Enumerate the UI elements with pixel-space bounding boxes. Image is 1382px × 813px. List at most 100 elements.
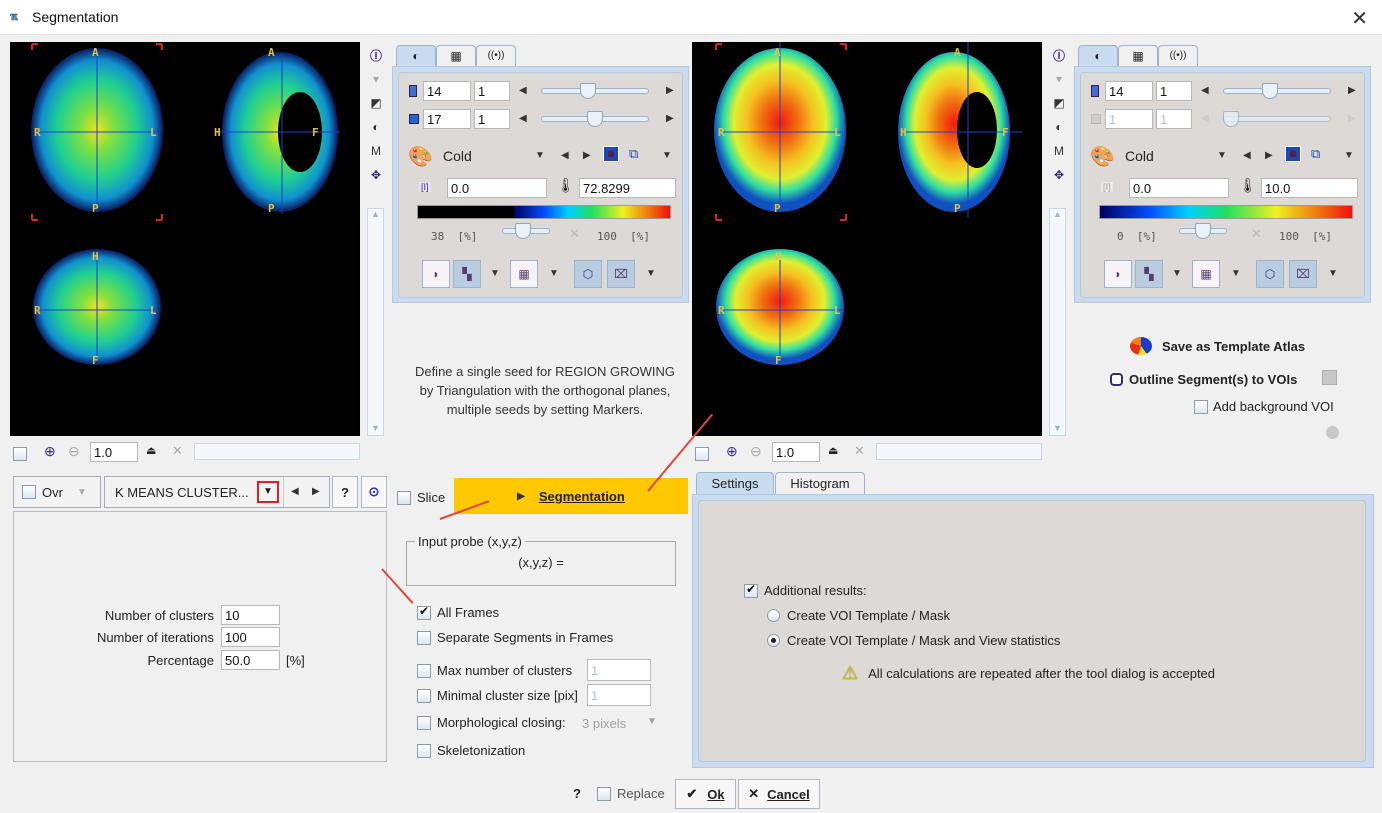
dropdown-icon[interactable]: ▾ bbox=[1050, 70, 1068, 88]
right-image-viewer[interactable]: A P R L A P H F H F R L bbox=[692, 42, 1042, 436]
options-dropdown-icon[interactable]: ▼ bbox=[662, 150, 672, 161]
tab-settings[interactable]: Settings bbox=[696, 472, 774, 495]
slice-next-icon[interactable]: ▶ bbox=[666, 85, 674, 96]
close-button[interactable]: ✕ bbox=[1351, 6, 1368, 31]
morph-closing-checkbox[interactable] bbox=[417, 715, 431, 730]
tab-layout[interactable]: ▦ bbox=[1118, 45, 1158, 67]
marker-icon[interactable]: M bbox=[367, 142, 385, 160]
layout-dropdown-icon[interactable]: ▼ bbox=[490, 268, 500, 279]
marker-icon[interactable]: M bbox=[1050, 142, 1068, 160]
tab-layout[interactable]: ▦ bbox=[436, 45, 476, 67]
upper-threshold-input[interactable] bbox=[579, 178, 676, 198]
layout-icon[interactable]: ◩ bbox=[1050, 94, 1068, 112]
add-background-checkbox-box[interactable] bbox=[1194, 399, 1208, 414]
frame-next-icon[interactable]: ▶ bbox=[666, 113, 674, 124]
tab-contrast[interactable]: ◐ bbox=[396, 45, 436, 67]
overlay-checkbox[interactable] bbox=[22, 485, 36, 499]
layout-button[interactable]: ▚ bbox=[453, 260, 481, 288]
frame-prev-icon[interactable]: ◀ bbox=[519, 113, 527, 124]
palette-icon[interactable]: 🎨 bbox=[408, 144, 433, 169]
clusters-input[interactable] bbox=[221, 605, 280, 625]
outline-button[interactable]: ⬡ bbox=[1256, 260, 1284, 288]
zoom-out-icon[interactable]: ⊖ bbox=[750, 443, 762, 460]
palette-icon[interactable]: 🎨 bbox=[1090, 144, 1115, 169]
slice-input[interactable] bbox=[1105, 81, 1153, 101]
link-icon[interactable]: ✕ bbox=[569, 226, 580, 242]
copy-colortable-icon[interactable]: ⧉ bbox=[629, 146, 638, 162]
invert-icon[interactable] bbox=[603, 146, 619, 162]
radio-create-voi-stats[interactable]: Create VOI Template / Mask and View stat… bbox=[767, 633, 1060, 648]
grid-dropdown-icon[interactable]: ▼ bbox=[549, 268, 559, 279]
method-next-icon[interactable]: ▶ bbox=[312, 486, 320, 497]
slice-step-input[interactable] bbox=[1156, 81, 1192, 101]
colortable-dropdown-icon[interactable]: ▼ bbox=[1217, 150, 1227, 161]
frame-slider-thumb[interactable] bbox=[587, 111, 603, 127]
horizontal-scrollbar[interactable] bbox=[194, 443, 360, 460]
viewer-checkbox[interactable] bbox=[13, 446, 27, 461]
save-atlas-button[interactable]: Save as Template Atlas bbox=[1130, 336, 1305, 356]
layout-dropdown-icon[interactable]: ▼ bbox=[1172, 268, 1182, 279]
option-all-frames[interactable]: All Frames bbox=[417, 604, 499, 620]
separate-segments-checkbox[interactable] bbox=[417, 630, 431, 645]
lower-threshold-input[interactable] bbox=[1129, 178, 1229, 198]
grid-button[interactable]: ▦ bbox=[1192, 260, 1220, 288]
annotation-dropdown-icon[interactable]: ▼ bbox=[1328, 268, 1338, 279]
replace-checkbox-box[interactable] bbox=[597, 786, 611, 801]
upper-threshold-input[interactable] bbox=[1261, 178, 1358, 198]
scroll-up-icon[interactable]: ▲ bbox=[1050, 209, 1065, 219]
crosshair-icon[interactable]: ✥ bbox=[1050, 166, 1068, 184]
crosshair-icon[interactable]: ✥ bbox=[367, 166, 385, 184]
slice-prev-icon[interactable]: ◀ bbox=[1201, 85, 1209, 96]
min-cluster-size-checkbox[interactable] bbox=[417, 688, 431, 703]
radio-button[interactable] bbox=[767, 609, 780, 622]
zoom-input[interactable] bbox=[772, 442, 820, 462]
link-icon[interactable]: ✕ bbox=[1251, 226, 1262, 242]
right-vertical-scrollbar[interactable]: ▲ ▼ bbox=[1049, 208, 1066, 436]
invert-icon[interactable] bbox=[1285, 146, 1301, 162]
outline-button[interactable]: ⬡ bbox=[574, 260, 602, 288]
layout-icon[interactable]: ◩ bbox=[367, 94, 385, 112]
dropdown-icon[interactable]: ▾ bbox=[367, 70, 385, 88]
threshold-slider-thumb[interactable] bbox=[1195, 223, 1211, 239]
annotation-button[interactable]: ⌧ bbox=[607, 260, 635, 288]
scroll-down-icon[interactable]: ▼ bbox=[368, 423, 383, 433]
colortable-label[interactable]: Cold bbox=[443, 148, 472, 164]
slice-next-icon[interactable]: ▶ bbox=[1348, 85, 1356, 96]
left-vertical-scrollbar[interactable]: ▲ ▼ bbox=[367, 208, 384, 436]
lower-threshold-input[interactable] bbox=[447, 178, 547, 198]
tab-fusion[interactable]: ((•)) bbox=[476, 45, 516, 67]
scroll-up-icon[interactable]: ▲ bbox=[368, 209, 383, 219]
tab-histogram[interactable]: Histogram bbox=[775, 472, 865, 494]
method-dropdown-button[interactable]: ▼ bbox=[257, 481, 279, 503]
view-mode-button[interactable]: ◗ bbox=[1104, 260, 1132, 288]
eject-icon[interactable]: ⏏ bbox=[828, 444, 838, 457]
info-icon[interactable]: Ⓘ bbox=[367, 46, 385, 64]
probe-target-button[interactable]: ⊙ bbox=[361, 476, 387, 508]
skeletonization-checkbox[interactable] bbox=[417, 743, 431, 758]
upper-threshold-icon[interactable]: 🌡 bbox=[1239, 177, 1257, 194]
method-selector[interactable]: K MEANS CLUSTER... ▼ ◀ ▶ bbox=[104, 476, 330, 508]
radio-create-voi[interactable]: Create VOI Template / Mask bbox=[767, 608, 950, 623]
iterations-input[interactable] bbox=[221, 627, 280, 647]
frame-input[interactable] bbox=[423, 109, 471, 129]
colortable-next-icon[interactable]: ▶ bbox=[583, 150, 591, 161]
colortable-label[interactable]: Cold bbox=[1125, 148, 1154, 164]
zoom-input[interactable] bbox=[90, 442, 138, 462]
grid-dropdown-icon[interactable]: ▼ bbox=[1231, 268, 1241, 279]
option-min-cluster-size[interactable]: Minimal cluster size [pix] bbox=[417, 688, 578, 703]
grid-button[interactable]: ▦ bbox=[510, 260, 538, 288]
slice-checkbox[interactable]: Slice bbox=[397, 490, 445, 505]
copy-colortable-icon[interactable]: ⧉ bbox=[1311, 146, 1320, 162]
frame-step-input[interactable] bbox=[474, 109, 510, 129]
option-max-clusters[interactable]: Max number of clusters bbox=[417, 663, 572, 678]
zoom-out-icon[interactable]: ⊖ bbox=[68, 443, 80, 460]
contrast-icon[interactable]: ◐ bbox=[1050, 118, 1068, 136]
method-prev-icon[interactable]: ◀ bbox=[291, 486, 299, 497]
reset-icon[interactable]: ✕ bbox=[172, 443, 183, 459]
zoom-in-icon[interactable]: ⊕ bbox=[44, 443, 56, 460]
slice-slider-thumb[interactable] bbox=[579, 83, 596, 99]
additional-results-box[interactable] bbox=[744, 582, 758, 598]
help-button[interactable]: ? bbox=[332, 476, 358, 508]
view-mode-button[interactable]: ◗ bbox=[422, 260, 450, 288]
replace-checkbox[interactable]: Replace bbox=[597, 786, 665, 801]
